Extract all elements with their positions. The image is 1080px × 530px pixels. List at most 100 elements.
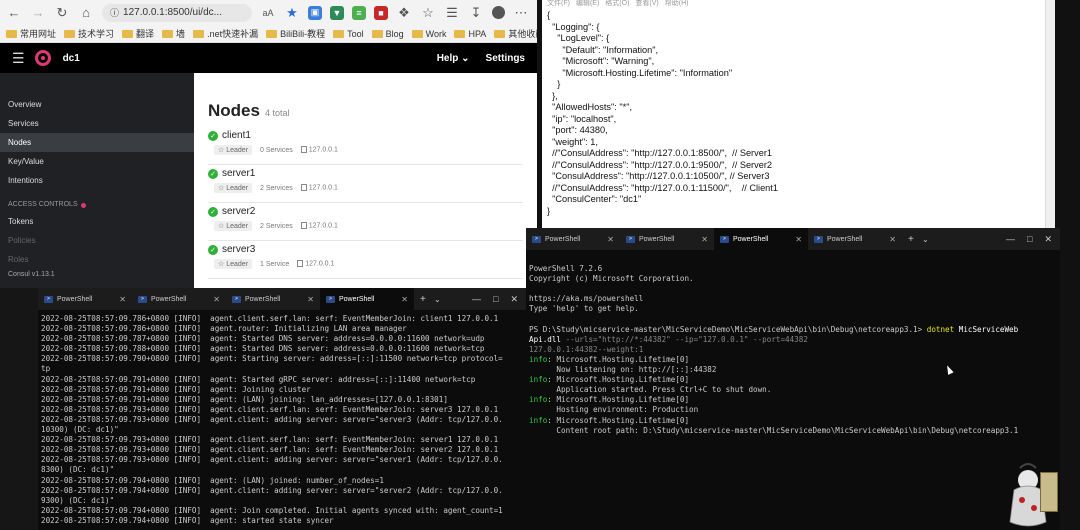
other-bookmarks[interactable]: 其他收藏夹 — [494, 27, 537, 40]
check-circle-icon: ✓ — [208, 206, 218, 217]
close-icon[interactable]: ✕ — [701, 235, 708, 244]
appsettings-text[interactable]: { "Logging": { "LogLevel": { "Default": … — [542, 8, 1055, 217]
tab-powershell[interactable]: > PowerShell ✕ — [320, 288, 414, 310]
notepad-menu-item[interactable]: 帮助(H) — [665, 0, 689, 8]
close-icon[interactable]: ✕ — [889, 235, 896, 244]
ps-help: Type 'help' to get help. — [529, 304, 639, 314]
new-tab-icon[interactable]: + — [908, 234, 922, 245]
node-row[interactable]: ✓ server3 ☆ Leader 1 Service 127.0.0.1 — [208, 241, 523, 279]
node-row[interactable]: ✓ client1 ☆ Leader 0 Services 127.0.0.1 — [208, 127, 523, 165]
notepad-menu-item[interactable]: 文件(F) — [547, 0, 570, 8]
tab-powershell[interactable]: > PowerShell ✕ — [226, 288, 320, 310]
tab-powershell[interactable]: > PowerShell ✕ — [620, 228, 714, 250]
sidebar-item-services[interactable]: Services — [0, 114, 194, 133]
puzzle-icon[interactable]: ❖ — [396, 5, 412, 21]
node-name[interactable]: server2 — [222, 206, 255, 217]
bookmark-folder[interactable]: Tool — [333, 29, 364, 39]
ext-red-icon[interactable]: ■ — [374, 5, 388, 20]
tab-powershell[interactable]: > PowerShell ✕ — [714, 228, 808, 250]
bookmark-label: Blog — [385, 28, 404, 39]
consul-logo-icon[interactable] — [34, 50, 51, 66]
close-icon[interactable]: ✕ — [119, 295, 126, 304]
bookmark-folder[interactable]: 墙 — [162, 27, 185, 40]
ps-link[interactable]: https://aka.ms/powershell — [529, 294, 643, 303]
log-line: 2022-08-25T08:57:09.791+0800 [INFO] agen… — [41, 394, 448, 404]
log-text: : Microsoft.Hosting.Lifetime[0] — [547, 354, 690, 364]
chevron-down-icon[interactable]: ⌄ — [434, 295, 448, 304]
node-name[interactable]: client1 — [222, 130, 251, 141]
download-icon[interactable]: ↧ — [468, 5, 484, 21]
notepad-menu-item[interactable]: 查看(V) — [635, 0, 658, 8]
maximize-icon[interactable]: □ — [493, 294, 498, 305]
chevron-down-icon[interactable]: ⌄ — [922, 235, 936, 244]
bookmark-folder[interactable]: 翻译 — [122, 27, 154, 40]
tab-powershell[interactable]: > PowerShell ✕ — [808, 228, 902, 250]
terminal-left[interactable]: 2022-08-25T08:57:09.786+0800 [INFO] agen… — [38, 310, 526, 530]
bookmark-folder[interactable]: .net快速补漏 — [193, 27, 258, 40]
bookmark-folder[interactable]: 常用网址 — [6, 27, 56, 40]
notepad-scrollbar[interactable] — [1045, 0, 1055, 228]
bookmark-folder[interactable]: HPA — [454, 29, 486, 39]
hamburger-icon[interactable]: ☰ — [12, 50, 25, 67]
new-tab-icon[interactable]: + — [420, 294, 434, 305]
node-name[interactable]: server3 — [222, 244, 255, 255]
bookmark-label: Tool — [347, 28, 364, 39]
close-icon[interactable]: ✕ — [213, 295, 220, 304]
maximize-icon[interactable]: □ — [1027, 234, 1032, 245]
address-bar[interactable]: ⓘ 127.0.0.1:8500/ui/dc... — [102, 3, 252, 22]
tab-powershell[interactable]: > PowerShell ✕ — [132, 288, 226, 310]
bookmark-folder[interactable]: Work — [411, 29, 446, 39]
sidebar-item-tokens[interactable]: Tokens — [0, 212, 194, 231]
ext-green-icon[interactable]: ≡ — [352, 5, 366, 20]
notepad-menu-item[interactable]: 格式(O) — [605, 0, 629, 8]
minimize-icon[interactable]: — — [472, 294, 481, 305]
powershell-icon: > — [44, 295, 53, 303]
service-count: 0 Services — [260, 146, 293, 154]
help-menu[interactable]: Help ⌄ — [437, 53, 470, 64]
log-line: 2022-08-25T08:57:09.794+0800 [INFO] agen… — [41, 515, 334, 525]
settings-link[interactable]: Settings — [486, 53, 525, 64]
log-level: info — [529, 415, 548, 425]
close-icon[interactable]: ✕ — [607, 235, 614, 244]
close-icon[interactable]: ✕ — [401, 295, 408, 304]
shield-extension-icon[interactable]: ▼ — [330, 5, 344, 20]
bookmark-folder[interactable]: BiliBili-教程 — [266, 27, 325, 40]
tab-label: PowerShell — [151, 295, 187, 303]
tab-label: PowerShell — [827, 235, 863, 243]
sidebar-item-intentions[interactable]: Intentions — [0, 171, 194, 190]
datacenter-label[interactable]: dc1 — [63, 53, 80, 64]
tab-powershell[interactable]: > PowerShell ✕ — [38, 288, 132, 310]
bookmark-folder[interactable]: Blog — [371, 28, 404, 39]
star-icon: ☆ — [218, 261, 225, 268]
terminal-right[interactable]: PowerShell 7.2.6 Copyright (c) Microsoft… — [526, 250, 1060, 530]
sidebar-item-roles[interactable]: Roles — [0, 250, 194, 269]
read-aloud-icon[interactable]: aA — [260, 5, 276, 21]
node-name[interactable]: server1 — [222, 168, 255, 179]
avatar[interactable] — [492, 6, 505, 19]
favorites-bar-icon[interactable]: ☰ — [444, 5, 460, 21]
home-icon[interactable]: ⌂ — [78, 5, 94, 21]
more-icon[interactable]: ⋯ — [513, 5, 529, 21]
minimize-icon[interactable]: — — [1006, 234, 1015, 245]
sidebar-item-overview[interactable]: Overview — [0, 95, 194, 114]
folder-icon — [411, 29, 423, 38]
bookmark-folder[interactable]: 技术学习 — [64, 27, 114, 40]
refresh-icon[interactable]: ↻ — [54, 5, 70, 21]
sidebar-item-nodes[interactable]: Nodes — [0, 133, 194, 152]
close-icon[interactable]: ✕ — [795, 235, 802, 244]
extension-icon[interactable]: ▣ — [308, 5, 322, 20]
forward-icon[interactable]: → — [30, 5, 46, 21]
node-row[interactable]: ✓ server1 ☆ Leader 2 Services 127.0.0.1 — [208, 165, 523, 203]
sidebar-item-policies[interactable]: Policies — [0, 231, 194, 250]
favorite-star-icon[interactable]: ★ — [284, 5, 300, 21]
notepad-menu-item[interactable]: 编辑(E) — [576, 0, 599, 8]
collections-icon[interactable]: ☆ — [420, 5, 436, 21]
close-window-icon[interactable]: ✕ — [510, 294, 518, 305]
close-icon[interactable]: ✕ — [307, 295, 314, 304]
close-window-icon[interactable]: ✕ — [1044, 234, 1052, 245]
powershell-icon: > — [232, 295, 241, 303]
back-icon[interactable]: ← — [6, 5, 22, 21]
tab-powershell[interactable]: > PowerShell ✕ — [526, 228, 620, 250]
node-row[interactable]: ✓ server2 ☆ Leader 2 Services 127.0.0.1 — [208, 203, 523, 241]
sidebar-item-key-value[interactable]: Key/Value — [0, 152, 194, 171]
